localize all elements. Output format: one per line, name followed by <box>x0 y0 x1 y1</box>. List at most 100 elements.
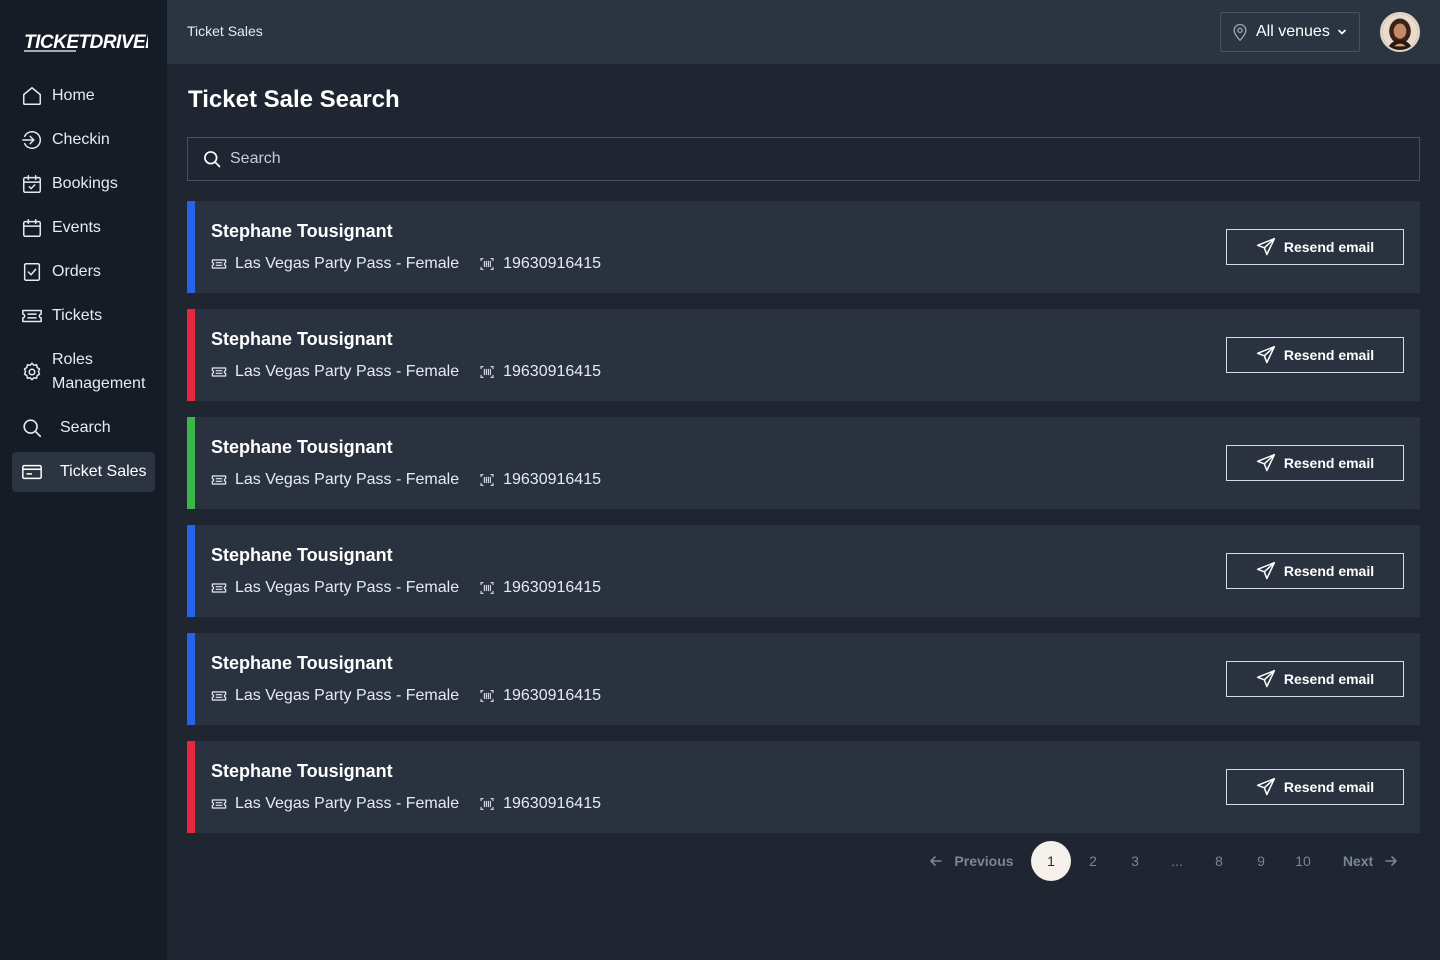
search-input[interactable] <box>230 150 1330 168</box>
sidebar-item-label: Checkin <box>52 131 110 148</box>
ticket-code: 19630916415 <box>479 255 601 273</box>
resend-email-button[interactable]: Resend email <box>1226 229 1404 265</box>
page-number: 3 <box>1131 853 1139 869</box>
search-icon <box>204 151 221 168</box>
resend-email-button[interactable]: Resend email <box>1226 553 1404 589</box>
page-button[interactable]: 10 <box>1283 841 1323 881</box>
page-button[interactable]: 3 <box>1115 841 1155 881</box>
sidebar-item-roles-management[interactable]: Roles Management <box>12 348 155 396</box>
resend-email-button[interactable]: Resend email <box>1226 769 1404 805</box>
resend-email-button[interactable]: Resend email <box>1226 661 1404 697</box>
ticket-icon <box>211 799 227 809</box>
status-accent-bar <box>187 417 195 509</box>
sale-card: Stephane Tousignant Las Vegas Party Pass … <box>187 309 1420 401</box>
sale-card: Stephane Tousignant Las Vegas Party Pass … <box>187 633 1420 725</box>
send-icon <box>1256 237 1275 256</box>
sidebar-item-events[interactable]: Events <box>12 216 155 240</box>
ticket-code-value: 19630916415 <box>503 795 601 812</box>
ticket-icon <box>211 475 227 485</box>
resend-email-label: Resend email <box>1283 455 1375 471</box>
management-label: Management <box>52 375 146 392</box>
barcode-icon <box>480 798 494 810</box>
send-icon <box>1256 561 1275 580</box>
ticket-type: Las Vegas Party Pass - Female <box>235 579 460 596</box>
ticket-icon <box>211 367 227 377</box>
sidebar-item-tickets[interactable]: Tickets <box>12 304 155 328</box>
page-button[interactable]: 9 <box>1241 841 1281 881</box>
next-label: Next <box>1342 853 1374 869</box>
ticket-code: 19630916415 <box>479 795 601 813</box>
sidebar-item-label: Events <box>52 219 101 236</box>
ticket-code-value: 19630916415 <box>503 471 601 488</box>
customer-name: Stephane Tousignant <box>211 329 393 349</box>
ticket-code: 19630916415 <box>479 687 601 705</box>
page-button[interactable]: 8 <box>1199 841 1239 881</box>
sidebar-item-label: Tickets <box>52 307 103 324</box>
ticket-icon <box>20 304 44 328</box>
arrow-left-icon <box>930 856 943 866</box>
top-bar: Ticket Sales All venues <box>167 0 1440 64</box>
sidebar-item-label: Roles Management <box>52 348 145 396</box>
sidebar-item-label: Home <box>52 87 95 104</box>
search-icon <box>20 416 44 440</box>
page-ellipsis: ... <box>1157 841 1197 881</box>
customer-name: Stephane Tousignant <box>211 653 393 673</box>
resend-email-label: Resend email <box>1283 347 1375 363</box>
customer-name: Stephane Tousignant <box>211 437 393 457</box>
barcode-icon <box>480 690 494 702</box>
ticket-icon <box>211 583 227 593</box>
ticket-meta: Las Vegas Party Pass - Female 19630916415 <box>211 363 601 381</box>
status-accent-bar <box>187 741 195 833</box>
arrow-right-icon <box>1385 856 1397 866</box>
page-button[interactable]: 1 <box>1031 841 1071 881</box>
status-accent-bar <box>187 309 195 401</box>
sidebar-item-home[interactable]: Home <box>12 84 155 108</box>
send-icon <box>1256 453 1275 472</box>
sale-card: Stephane Tousignant Las Vegas Party Pass … <box>187 741 1420 833</box>
search-field[interactable] <box>187 137 1420 181</box>
page-number: 1 <box>1047 853 1055 869</box>
sidebar-item-checkin[interactable]: Checkin <box>12 128 155 152</box>
sidebar-item-label: Bookings <box>52 175 118 192</box>
user-avatar-image <box>1382 14 1418 50</box>
resend-email-button[interactable]: Resend email <box>1226 445 1404 481</box>
barcode-icon <box>480 366 494 378</box>
ticketdriver-logo[interactable]: TICKETDRIVER <box>24 28 148 54</box>
send-icon <box>1256 777 1275 796</box>
sidebar-item-label: Ticket Sales <box>60 463 147 480</box>
next-page-button[interactable]: Next <box>1336 841 1406 881</box>
calendar-icon <box>20 216 44 240</box>
previous-label: Previous <box>954 853 1014 869</box>
sidebar: TICKETDRIVER Home Checkin Bookings Event… <box>0 0 167 960</box>
ticket-sales-icon <box>20 460 44 484</box>
roles-label: Roles <box>52 351 93 368</box>
sidebar-item-ticket-sales[interactable]: Ticket Sales <box>12 452 155 492</box>
customer-name: Stephane Tousignant <box>211 221 393 241</box>
sidebar-item-label: Orders <box>52 263 101 280</box>
sidebar-item-orders[interactable]: Orders <box>12 260 155 284</box>
customer-name: Stephane Tousignant <box>211 761 393 781</box>
ticket-code-value: 19630916415 <box>503 579 601 596</box>
ticket-code: 19630916415 <box>479 363 601 381</box>
checkin-icon <box>20 128 44 152</box>
ticket-meta: Las Vegas Party Pass - Female 19630916415 <box>211 795 601 813</box>
page-number: ... <box>1171 853 1183 869</box>
sidebar-item-search[interactable]: Search <box>12 416 155 440</box>
status-accent-bar <box>187 201 195 293</box>
home-icon <box>20 84 44 108</box>
sidebar-item-label: Search <box>60 419 111 436</box>
previous-page-button[interactable]: Previous <box>925 841 1017 881</box>
sidebar-item-bookings[interactable]: Bookings <box>12 172 155 196</box>
venue-select[interactable]: All venues <box>1220 12 1360 52</box>
resend-email-label: Resend email <box>1283 563 1375 579</box>
ticket-code: 19630916415 <box>479 471 601 489</box>
ticket-code-value: 19630916415 <box>503 255 601 272</box>
ticket-type: Las Vegas Party Pass - Female <box>235 687 460 704</box>
page-button[interactable]: 2 <box>1073 841 1113 881</box>
ticket-meta: Las Vegas Party Pass - Female 19630916415 <box>211 579 601 597</box>
barcode-icon <box>480 258 494 270</box>
resend-email-button[interactable]: Resend email <box>1226 337 1404 373</box>
location-pin-icon <box>1233 23 1247 42</box>
resend-email-label: Resend email <box>1283 671 1375 687</box>
avatar[interactable] <box>1380 12 1420 52</box>
